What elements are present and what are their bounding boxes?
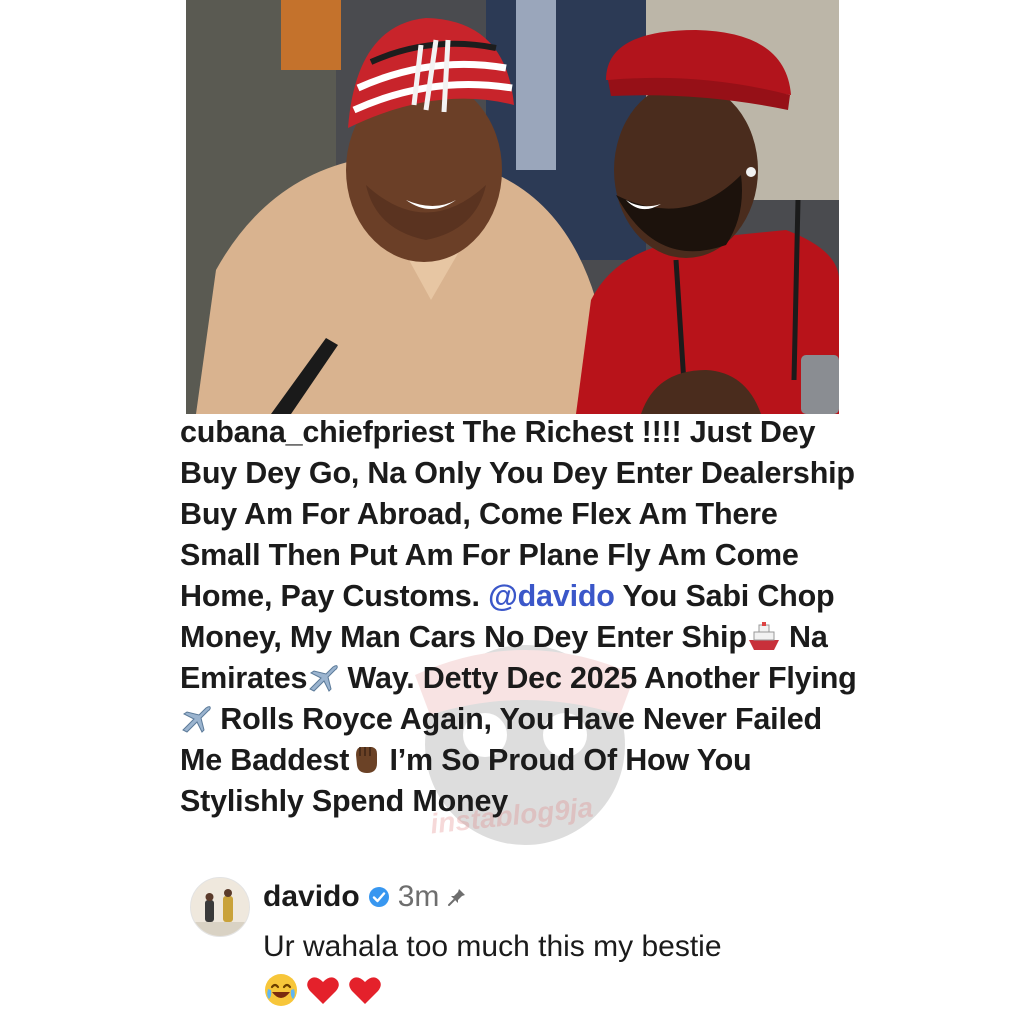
mention-link[interactable]: @davido: [488, 579, 615, 613]
post-photo-illustration: [186, 0, 839, 414]
verified-icon: [368, 887, 389, 907]
post-caption: cubana_chiefpriest The Richest !!!! Just…: [180, 412, 860, 822]
laughing-emoji-icon: [265, 974, 297, 1006]
caption-text-4: Way. Detty Dec 2025 Another Flying: [347, 661, 857, 695]
heart-emoji-icon: [307, 977, 339, 1004]
reply-username[interactable]: davido: [263, 880, 360, 914]
reply-text: Ur wahala too much this my bestie: [263, 930, 722, 963]
reply-avatar[interactable]: [190, 877, 250, 937]
ship-emoji-icon: [748, 622, 779, 650]
reply-content: Ur wahala too much this my bestie: [263, 926, 863, 1008]
pin-icon: [448, 889, 466, 906]
raised-fist-emoji-icon: [356, 747, 378, 773]
heart-emoji-icon: [349, 977, 381, 1004]
reply-emojis: [263, 972, 863, 1008]
avatar-image: [191, 878, 249, 936]
reply-timestamp: 3m: [397, 880, 440, 913]
post-photo[interactable]: [186, 0, 839, 414]
post-screenshot: instablog9ja cubana_chiefpriest The Rich…: [0, 0, 1024, 1024]
airplane-emoji-icon: [309, 665, 339, 692]
airplane-emoji-icon: [182, 706, 211, 733]
post-username[interactable]: cubana_chiefpriest: [180, 415, 455, 449]
reply-header: davido 3m: [263, 877, 467, 917]
